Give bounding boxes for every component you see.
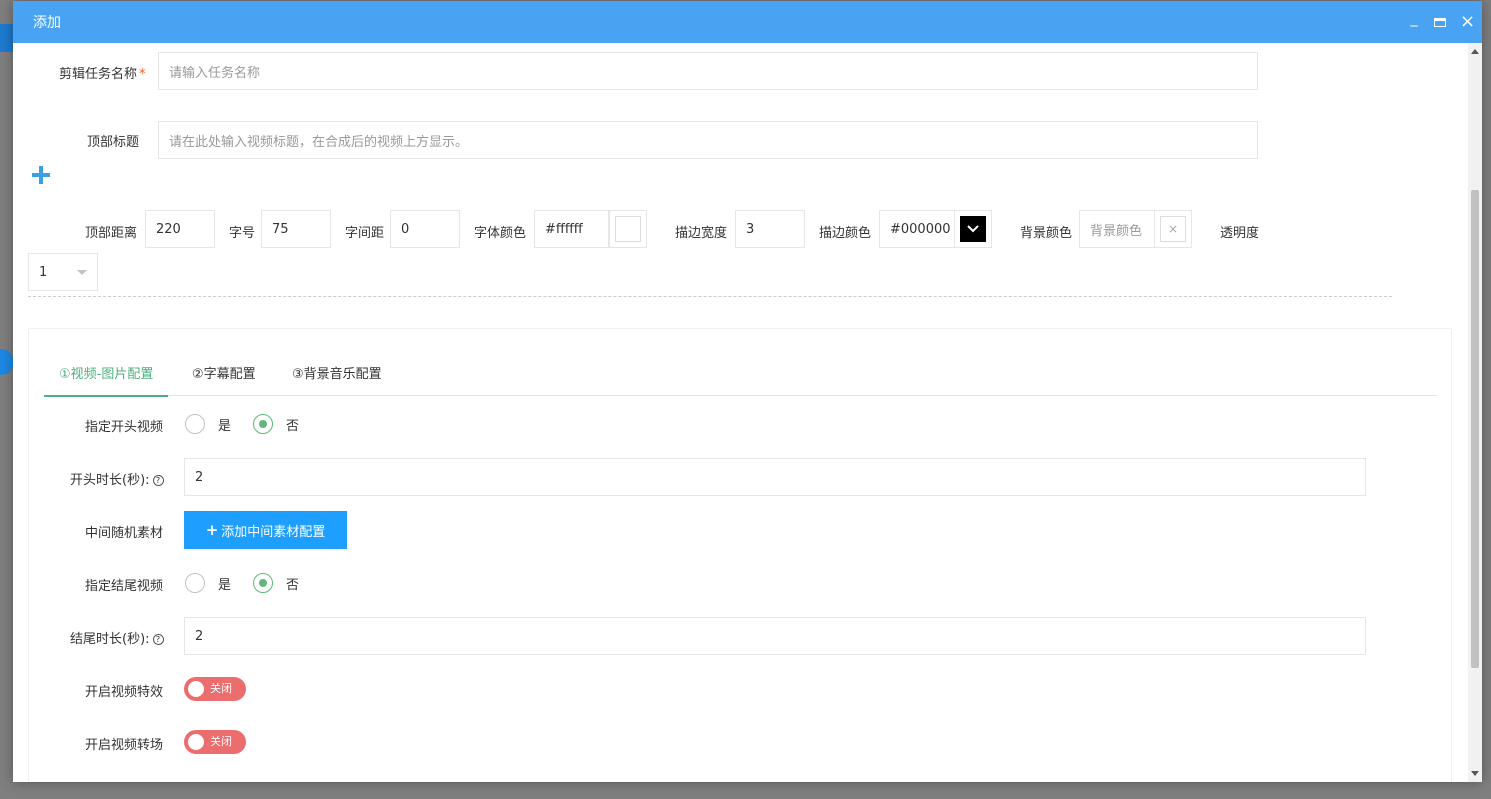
radio-label: 否	[286, 418, 300, 434]
divider	[28, 296, 1392, 297]
stroke-width-input[interactable]: 3	[735, 210, 805, 248]
chevron-down-icon	[967, 225, 979, 233]
tab-video-image[interactable]: ①视频-图片配置	[44, 359, 169, 397]
font-color-label: 字体颜色	[474, 226, 527, 241]
bg-color-label: 背景颜色	[1020, 226, 1073, 241]
opacity-label: 透明度	[1220, 226, 1260, 241]
outro-video-label: 指定结尾视频	[85, 579, 164, 594]
toggle-state: 关闭	[210, 735, 232, 748]
add-dialog: 添加 _ × 剪辑任务名称 * 请输入任务名称 顶部标题 请在此处输入视频标题，在…	[13, 1, 1482, 782]
bg-color-picker[interactable]: ×	[1154, 210, 1192, 248]
top-distance-label: 顶部距离	[85, 226, 138, 241]
letter-spacing-label: 字间距	[345, 226, 385, 241]
scrollbar-thumb[interactable]	[1471, 190, 1479, 668]
radio-circle	[185, 414, 205, 434]
tab-background-music[interactable]: ③背景音乐配置	[292, 359, 382, 396]
help-icon[interactable]: ?	[152, 634, 164, 645]
middle-material-label: 中间随机素材	[85, 526, 164, 541]
toggle-state: 关闭	[210, 682, 232, 695]
intro-duration-label-text: 开头时长(秒):	[70, 473, 150, 488]
intro-video-yes-radio[interactable]: 是	[185, 414, 231, 434]
button-label: 添加中间素材配置	[221, 524, 326, 540]
top-distance-input[interactable]: 220	[145, 210, 215, 248]
scroll-down-arrow-icon[interactable]	[1471, 771, 1479, 776]
task-name-label-text: 剪辑任务名称	[59, 67, 138, 82]
opacity-select[interactable]: 1	[28, 253, 98, 291]
effects-label: 开启视频特效	[85, 685, 164, 700]
scroll-up-arrow-icon[interactable]	[1471, 49, 1479, 54]
font-size-label: 字号	[229, 226, 256, 241]
close-icon[interactable]: ×	[1460, 13, 1475, 31]
letter-spacing-input[interactable]: 0	[390, 210, 460, 248]
outro-duration-input[interactable]: 2	[184, 617, 1366, 655]
add-middle-material-button[interactable]: + 添加中间素材配置	[184, 511, 347, 549]
intro-video-label: 指定开头视频	[85, 420, 164, 435]
intro-duration-label: 开头时长(秒):?	[70, 469, 164, 488]
top-title-label: 顶部标题	[87, 135, 140, 150]
dialog-titlebar[interactable]: 添加 _ ×	[13, 1, 1482, 43]
intro-duration-input[interactable]: 2	[184, 458, 1366, 496]
outro-video-yes-radio[interactable]: 是	[185, 573, 231, 593]
task-name-label: 剪辑任务名称 *	[59, 63, 146, 82]
transitions-toggle[interactable]: 关闭	[184, 730, 246, 754]
stroke-color-swatch	[960, 216, 986, 242]
required-mark: *	[139, 67, 146, 82]
top-title-input[interactable]: 请在此处输入视频标题，在合成后的视频上方显示。	[158, 121, 1258, 159]
config-tabs: ①视频-图片配置 ②字幕配置 ③背景音乐配置	[44, 359, 1437, 397]
outro-duration-label-text: 结尾时长(秒):	[70, 632, 150, 647]
radio-label: 是	[218, 418, 232, 434]
radio-circle-selected	[253, 573, 273, 593]
bg-color-input[interactable]: 背景颜色	[1079, 210, 1155, 248]
plus-icon: +	[205, 521, 219, 539]
stroke-color-label: 描边颜色	[819, 226, 872, 241]
radio-label: 是	[218, 577, 232, 593]
window-controls: _ ×	[1408, 1, 1476, 43]
bg-color-empty-swatch: ×	[1160, 216, 1186, 242]
font-color-picker[interactable]	[609, 210, 647, 248]
intro-video-no-radio[interactable]: 否	[253, 414, 299, 434]
stroke-width-label: 描边宽度	[675, 226, 728, 241]
add-title-plus-icon[interactable]	[32, 166, 50, 184]
font-color-input[interactable]: #ffffff	[534, 210, 609, 248]
tab-subtitles[interactable]: ②字幕配置	[192, 359, 256, 396]
outro-duration-label: 结尾时长(秒):?	[70, 628, 164, 647]
radio-circle	[185, 573, 205, 593]
background-page-button	[0, 24, 13, 52]
stroke-color-input[interactable]: #000000	[879, 210, 955, 248]
help-icon[interactable]: ?	[152, 475, 164, 486]
task-name-input[interactable]: 请输入任务名称	[158, 52, 1258, 90]
transitions-label: 开启视频转场	[85, 738, 164, 753]
vertical-scrollbar[interactable]	[1468, 43, 1482, 782]
dialog-title: 添加	[33, 15, 61, 31]
stroke-color-picker[interactable]	[954, 210, 992, 248]
minimize-icon[interactable]: _	[1408, 12, 1420, 26]
config-panel: ①视频-图片配置 ②字幕配置 ③背景音乐配置 指定开头视频 是 否 开头时长(秒…	[28, 328, 1452, 782]
opacity-value: 1	[39, 264, 48, 280]
radio-circle-selected	[253, 414, 273, 434]
outro-video-no-radio[interactable]: 否	[253, 573, 299, 593]
toggle-knob	[188, 681, 204, 697]
clear-icon: ×	[1167, 222, 1179, 236]
dropdown-arrow-icon	[77, 270, 87, 275]
effects-toggle[interactable]: 关闭	[184, 677, 246, 701]
radio-label: 否	[286, 577, 300, 593]
font-size-input[interactable]: 75	[261, 210, 331, 248]
dialog-body: 剪辑任务名称 * 请输入任务名称 顶部标题 请在此处输入视频标题，在合成后的视频上…	[13, 43, 1468, 782]
toggle-knob	[188, 734, 204, 750]
maximize-icon[interactable]	[1434, 17, 1446, 27]
font-color-swatch	[615, 216, 641, 242]
background-page-badge	[0, 349, 14, 375]
